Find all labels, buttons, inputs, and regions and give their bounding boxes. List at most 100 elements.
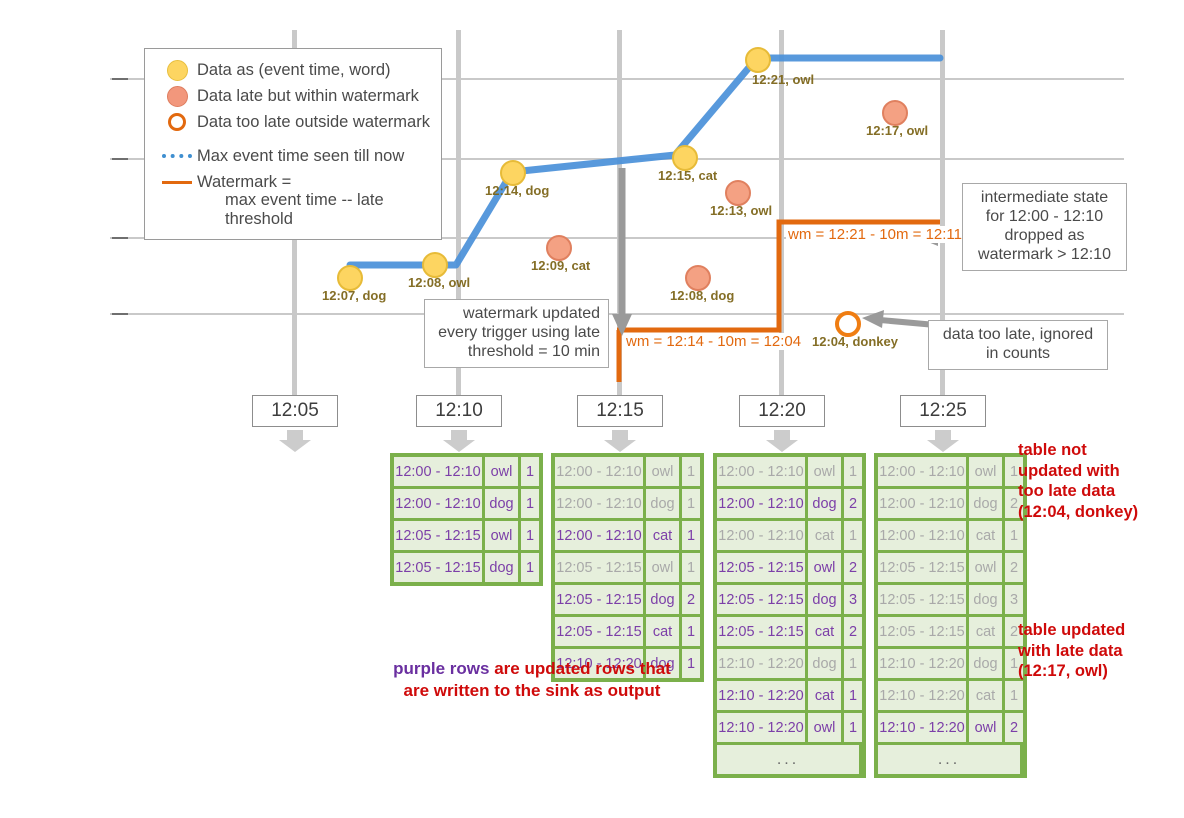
cell-word: dog [485, 489, 518, 518]
caption-purple-part: purple rows [393, 659, 490, 678]
table-row: 12:10 - 12:20 dog 1 [717, 649, 862, 678]
cell-count: 1 [521, 521, 539, 550]
data-point-label: 12:09, cat [531, 258, 591, 273]
cell-window: 12:10 - 12:20 [878, 713, 966, 742]
cell-count: 1 [1005, 681, 1023, 710]
cell-word: owl [485, 521, 518, 550]
axis-tick [112, 237, 128, 239]
annotation-table-not-updated: table not updated with too late data (12… [1018, 441, 1139, 521]
cell-count: 1 [844, 649, 862, 678]
dot-yellow-icon [157, 59, 197, 81]
watermark-label-upper: wm = 12:21 - 10m = 12:11 [786, 226, 964, 243]
cell-word: owl [808, 553, 841, 582]
cell-window: 12:00 - 12:10 [717, 457, 805, 486]
cell-window: 12:00 - 12:10 [878, 457, 966, 486]
cell-window: 12:10 - 12:20 [717, 713, 805, 742]
legend-item-too-late: Data too late outside watermark [157, 109, 430, 135]
table-row: 12:05 - 12:15 cat 1 [555, 617, 700, 646]
table-row: 12:00 - 12:10 owl 1 [555, 457, 700, 486]
caption-rest-part: are updated rows that [489, 659, 671, 678]
legend-item-late-within: Data late but within watermark [157, 83, 429, 109]
table-row: 12:10 - 12:20 owl 1 [717, 713, 862, 742]
annotation-table-updated: table updated with late data (12:17, owl… [1018, 621, 1126, 681]
cell-word: owl [485, 457, 518, 486]
table-row: 12:10 - 12:20 cat 1 [717, 681, 862, 710]
data-point-label: 12:15, cat [658, 168, 718, 183]
cell-count: 2 [844, 553, 862, 582]
legend-item-max-event-time: Max event time seen till now [157, 143, 429, 169]
data-point-label: 12:08, owl [408, 275, 471, 290]
cell-window: 12:00 - 12:10 [717, 521, 805, 550]
result-table-1215: 12:00 - 12:10 owl 1 12:00 - 12:10 dog 1 12:00 … [551, 453, 704, 682]
caption-line2: are written to the sink as output [403, 681, 661, 701]
cell-word: owl [969, 713, 1002, 742]
table-row: 12:00 - 12:10 cat 1 [555, 521, 700, 550]
watermark-label-lower: wm = 12:14 - 10m = 12:04 [624, 333, 804, 350]
cell-window: 12:00 - 12:10 [394, 489, 482, 518]
cell-word: owl [646, 457, 679, 486]
cell-count: 1 [1005, 521, 1023, 550]
result-table-1210: 12:00 - 12:10 owl 1 12:00 - 12:10 dog 1 12:05 … [390, 453, 543, 586]
table-row: 12:05 - 12:15 owl 1 [394, 521, 539, 550]
time-tick-1210: 12:10 [416, 395, 502, 427]
axis-tick [112, 78, 128, 80]
dotted-blue-line-icon [157, 154, 197, 158]
cell-window: 12:05 - 12:15 [878, 585, 966, 614]
table-row: 12:05 - 12:15 owl 2 [717, 553, 862, 582]
solid-orange-line-icon [157, 180, 197, 184]
cell-word: dog [808, 649, 841, 678]
table-row: 12:10 - 12:20 owl 2 [878, 713, 1023, 742]
cell-count: 1 [521, 457, 539, 486]
cell-count: 2 [1005, 713, 1023, 742]
data-point-label: 12:07, dog [322, 288, 387, 303]
table-row: 12:00 - 12:10 owl 1 [878, 457, 1023, 486]
callout-watermark-updated: watermark updated every trigger using la… [424, 299, 609, 368]
time-tick-1215: 12:15 [577, 395, 663, 427]
cell-word: dog [808, 489, 841, 518]
callout-data-too-late: data too late, ignored in counts [928, 320, 1108, 370]
data-point-yellow [745, 47, 771, 73]
legend-watermark-definition: max event time -- late threshold [225, 191, 384, 228]
data-point-label: 12:21, owl [752, 72, 815, 87]
ellipsis-cell: ... [717, 745, 859, 774]
cell-window: 12:00 - 12:10 [394, 457, 482, 486]
legend-label: Data late but within watermark [197, 86, 419, 105]
cell-window: 12:05 - 12:15 [394, 553, 482, 582]
table-row: 12:00 - 12:10 cat 1 [717, 521, 862, 550]
legend-label: Data too late outside watermark [197, 112, 430, 131]
legend: Data as (event time, word) Data late but… [144, 48, 442, 240]
table-row: 12:00 - 12:10 dog 2 [878, 489, 1023, 518]
table-row: 12:10 - 12:20 dog 1 [878, 649, 1023, 678]
cell-count: 1 [682, 553, 700, 582]
watermark-diagram: Data as (event time, word) Data late but… [0, 0, 1184, 818]
table-row: 12:00 - 12:10 cat 1 [878, 521, 1023, 550]
data-point-label: 12:13, owl [710, 203, 773, 218]
cell-count: 1 [682, 489, 700, 518]
cell-word: dog [969, 585, 1002, 614]
legend-label: Watermark = [197, 172, 292, 191]
cell-word: cat [969, 681, 1002, 710]
table-row-ellipsis: ... [878, 745, 1023, 774]
cell-count: 3 [1005, 585, 1023, 614]
cell-count: 2 [682, 585, 700, 614]
cell-word: dog [969, 649, 1002, 678]
dot-salmon-icon [157, 85, 197, 107]
table-row: 12:00 - 12:10 owl 1 [394, 457, 539, 486]
cell-count: 3 [844, 585, 862, 614]
time-tick-1220: 12:20 [739, 395, 825, 427]
table-row: 12:00 - 12:10 owl 1 [717, 457, 862, 486]
ring-orange-icon [157, 113, 197, 131]
data-point-label: 12:04, donkey [812, 334, 898, 349]
cell-count: 1 [844, 713, 862, 742]
cell-window: 12:00 - 12:10 [555, 457, 643, 486]
cell-window: 12:05 - 12:15 [717, 617, 805, 646]
time-tick-1225: 12:25 [900, 395, 986, 427]
cell-word: owl [969, 553, 1002, 582]
data-point-label: 12:17, owl [866, 123, 929, 138]
legend-label: Max event time seen till now [197, 146, 405, 165]
cell-count: 2 [844, 617, 862, 646]
cell-window: 12:05 - 12:15 [394, 521, 482, 550]
cell-word: dog [646, 585, 679, 614]
result-table-1220: 12:00 - 12:10 owl 1 12:00 - 12:10 dog 2 12:00 … [713, 453, 866, 778]
legend-label: Data as (event time, word) [197, 60, 391, 79]
